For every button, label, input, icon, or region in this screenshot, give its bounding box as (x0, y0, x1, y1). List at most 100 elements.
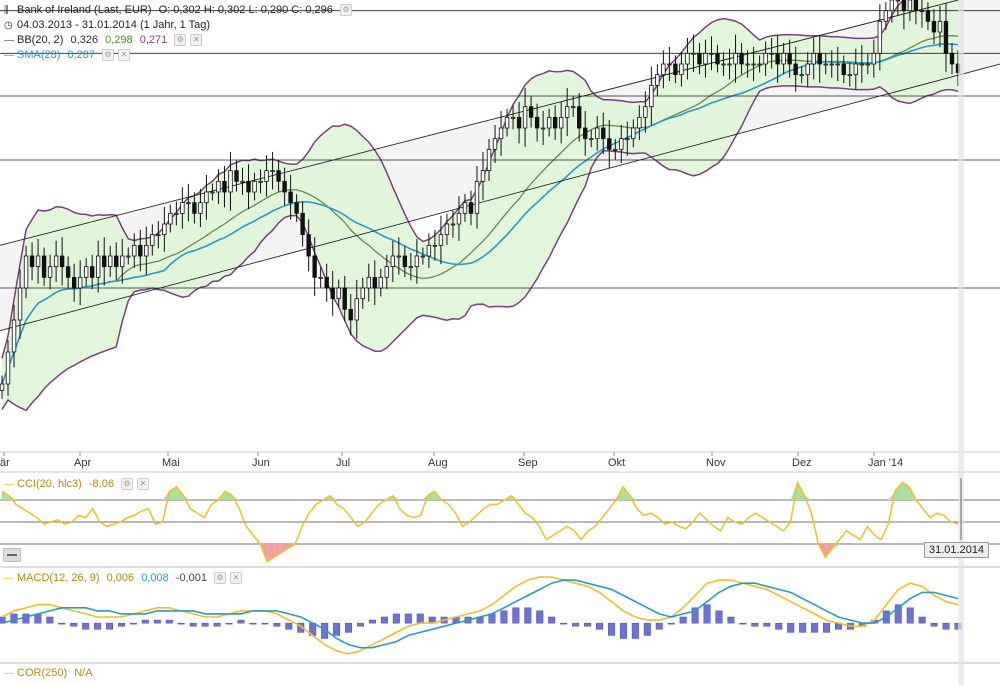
candle-body (306, 234, 311, 257)
candle-body (150, 234, 155, 246)
macd-histogram-bar (596, 622, 603, 630)
candle-body (667, 63, 672, 66)
candle-body (931, 20, 937, 33)
cci-settings-icon[interactable]: ⚙ (121, 478, 133, 491)
candle-body (949, 52, 955, 65)
candle-body (685, 52, 690, 65)
bb-settings-icon[interactable]: ⚙ (174, 34, 187, 47)
candle-body (300, 212, 305, 236)
settings-gear-icon[interactable]: ⚙ (339, 4, 352, 17)
macd-histogram-bar (799, 622, 807, 633)
candle-body (348, 308, 353, 321)
macd-histogram-bar (488, 613, 496, 624)
candle-body (564, 106, 570, 118)
cursor-band (958, 0, 964, 685)
candle-body (655, 74, 660, 86)
cor-line-icon: — (4, 668, 14, 679)
macd-histogram-bar (763, 622, 771, 627)
candle-body (823, 63, 828, 66)
candle-body (83, 266, 89, 278)
macd-histogram-bar (512, 607, 520, 624)
sma-close-icon[interactable]: ✕ (118, 49, 131, 62)
macd-histogram-bar (918, 616, 926, 624)
candle-body (697, 52, 702, 65)
candle-body (781, 52, 786, 65)
macd-histogram-bar (177, 622, 185, 625)
bb-label: BB(20, 2) (17, 34, 64, 46)
candle-body (71, 276, 77, 289)
period-row: ◷ 04.03.2013 - 31.01.2014 (1 Jahr, 1 Tag) (4, 19, 210, 31)
candle-body (59, 255, 65, 268)
macd-histogram-bar (392, 613, 400, 624)
candle-body (354, 298, 359, 321)
month-tick-label: Okt (608, 457, 625, 469)
macd-histogram-bar (607, 622, 615, 636)
candle-body (727, 63, 732, 66)
macd-histogram-bar (751, 622, 759, 627)
macd-histogram-bar (118, 622, 125, 627)
macd-histogram-bar (823, 622, 831, 633)
candle-body (558, 116, 564, 129)
macd-histogram-bar (129, 622, 137, 625)
candle-body (841, 63, 846, 76)
macd-histogram-bar (225, 622, 233, 625)
macd-histogram-bar (942, 622, 950, 630)
cci-panel (0, 480, 1000, 568)
candle-body (216, 180, 221, 193)
ohlc-values: O: 0,302 H: 0,302 L: 0,290 C: 0,296 (158, 4, 333, 16)
macd-histogram-bar (58, 622, 66, 625)
macd-histogram-bar (22, 613, 30, 624)
candle-body (65, 266, 71, 278)
candle-body (619, 138, 624, 150)
candle-body (222, 180, 227, 193)
candle-body (577, 106, 582, 129)
macd-histogram-bar (165, 619, 173, 624)
candle-body (739, 52, 744, 65)
cci-label: CCI(20, hlc3) (17, 478, 82, 490)
candle-body (35, 255, 41, 268)
candle-body (41, 255, 47, 278)
bb-mid-value: 0,298 (105, 34, 133, 46)
candle-body (108, 255, 113, 268)
cci-close-icon[interactable]: ✕ (137, 478, 149, 491)
macd-settings-icon[interactable]: ⚙ (214, 572, 227, 585)
cor-legend: — COR(250) N/A (4, 667, 93, 679)
macd-histogram-bar (572, 622, 580, 627)
month-tick-label: Sep (518, 457, 538, 469)
cursor-date-label: 31.01.2014 (924, 542, 990, 558)
candle-body (763, 52, 768, 65)
cci-line-icon: — (4, 479, 14, 490)
panel-collapse-button[interactable] (3, 548, 21, 562)
candle-body (77, 276, 83, 289)
macd-histogram-bar (201, 622, 209, 627)
macd-histogram-bar (655, 622, 663, 630)
instrument-title: Bank of Ireland (Last, EUR) (17, 4, 152, 16)
candle-body (829, 63, 834, 66)
macd-close-icon[interactable]: ✕ (230, 572, 243, 585)
candle-body (871, 52, 877, 65)
bb-close-icon[interactable]: ✕ (190, 34, 203, 47)
candle-body (318, 276, 323, 279)
macd-histogram-bar (560, 622, 568, 625)
macd-histogram-bar (368, 619, 376, 624)
macd-histogram-bar (679, 616, 687, 624)
candle-body (29, 255, 35, 268)
candle-body (156, 234, 161, 237)
candle-body (366, 276, 371, 289)
candle-body (607, 138, 612, 150)
candle-body (811, 52, 816, 65)
candle-body (793, 63, 798, 76)
candle-body (552, 116, 558, 129)
candle-body (89, 266, 95, 278)
bb-upper-value: 0,326 (70, 34, 99, 46)
candle-body (17, 287, 23, 321)
candle-body (853, 63, 858, 76)
macd-histogram-bar (46, 616, 54, 624)
candle-body (360, 287, 365, 300)
candle-body (138, 244, 143, 257)
sma-settings-icon[interactable]: ⚙ (102, 49, 115, 62)
candle-body (270, 170, 275, 173)
candle-body (96, 255, 101, 278)
macd-histogram-bar (189, 622, 197, 627)
bb-lower-value: 0,271 (139, 34, 168, 46)
